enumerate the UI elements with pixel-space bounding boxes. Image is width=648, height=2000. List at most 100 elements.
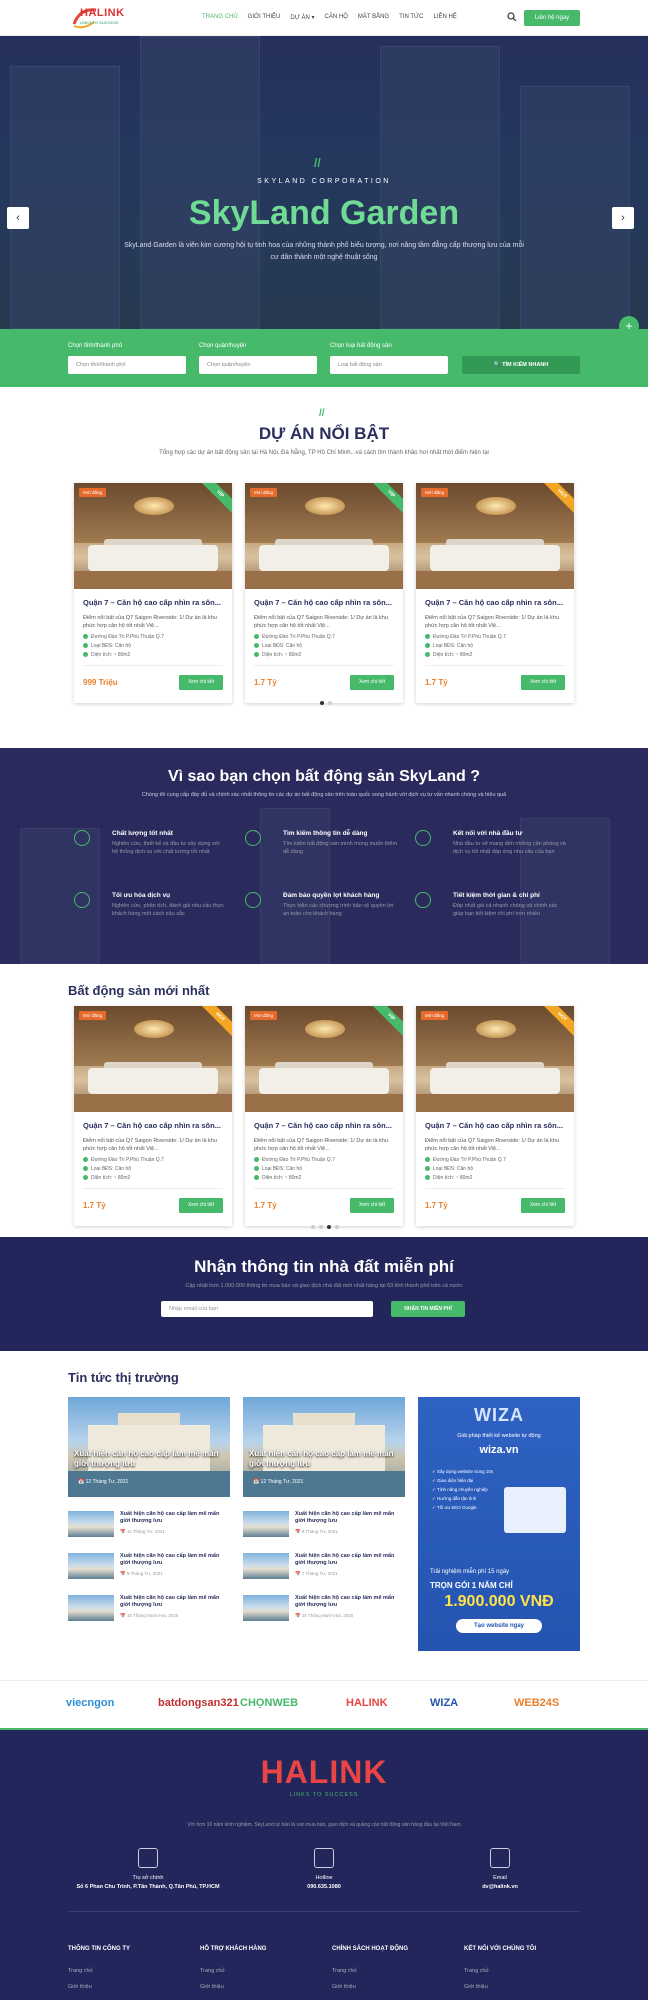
partners-bar: viecngon batdongsan321 CHỌNWEB HALINK WI…	[0, 1680, 648, 1730]
news-thumbnail[interactable]	[68, 1511, 114, 1537]
ad-create-website-button[interactable]: Tạo website ngay	[456, 1619, 542, 1633]
hero-next-button[interactable]: ›	[612, 207, 634, 229]
news-thumbnail[interactable]	[68, 1595, 114, 1621]
pager-dot[interactable]	[327, 1225, 331, 1229]
search-icon[interactable]	[507, 12, 517, 22]
property-image[interactable]: Mới đăng HOT	[416, 1006, 574, 1112]
property-title[interactable]: Quận 7 – Căn hộ cao cấp nhìn ra sôn...	[83, 1121, 228, 1130]
property-card[interactable]: Mới đăng HOT Quận 7 – Căn hộ cao cấp nhìn …	[416, 1006, 574, 1226]
email-label: Email	[493, 1875, 507, 1881]
news-list-item[interactable]: Xuất hiện căn hộ cao cấp làm mê mẩn giới…	[68, 1511, 230, 1537]
footer-link[interactable]: Giới thiệu	[68, 1984, 92, 1990]
news-list-item[interactable]: Xuất hiện căn hộ cao cấp làm mê mẩn giới…	[68, 1553, 230, 1579]
property-card[interactable]: Mới đăng VIP Quận 7 – Căn hộ cao cấp nhìn …	[74, 483, 232, 703]
float-action-button[interactable]: +	[619, 316, 639, 329]
news-list-item[interactable]: Xuất hiện căn hộ cao cấp làm mê mẩn giới…	[243, 1553, 405, 1579]
city-select[interactable]: Chọn tỉnh/thành phố	[68, 356, 186, 374]
news-title[interactable]: Xuất hiện căn hộ cao cấp làm mê mẩn giới…	[120, 1553, 230, 1567]
news-thumbnail[interactable]	[68, 1553, 114, 1579]
pager-dot[interactable]	[319, 1225, 323, 1229]
featured-news-item[interactable]: Xuất hiện căn hộ cao cấp làm mê mẩn giới…	[68, 1397, 230, 1497]
property-card[interactable]: Mới đăng VIP Quận 7 – Căn hộ cao cấp nhìn …	[245, 483, 403, 703]
wiza-ad-banner[interactable]: WIZA Giải pháp thiết kế website tự động …	[418, 1397, 580, 1651]
news-caption[interactable]: Xuất hiện căn hộ cao cấp làm mê mẩn giới…	[74, 1449, 224, 1469]
location-dot-icon	[83, 1157, 88, 1163]
news-list-item[interactable]: Xuất hiện căn hộ cao cấp làm mê mẩn giới…	[68, 1595, 230, 1621]
pager-dot[interactable]	[311, 1225, 315, 1229]
newsletter-email-input[interactable]: Nhập email của bạn	[161, 1301, 373, 1317]
property-image[interactable]: Mới đăng VIP	[74, 483, 232, 589]
type-select[interactable]: Loại bất động sản	[330, 356, 448, 374]
home-dot-icon	[425, 1166, 430, 1172]
partner-chonweb[interactable]: CHỌNWEB	[240, 1697, 298, 1709]
partner-web24s[interactable]: WEB24S	[514, 1697, 559, 1709]
news-thumbnail[interactable]	[243, 1553, 289, 1579]
featured-news-item[interactable]: Xuất hiện căn hộ cao cấp làm mê mẩn giới…	[243, 1397, 405, 1497]
news-list-item[interactable]: Xuất hiện căn hộ cao cấp làm mê mẩn giới…	[243, 1595, 405, 1621]
partner-halink[interactable]: HALINK	[346, 1697, 388, 1709]
partner-wiza[interactable]: WIZA	[430, 1697, 458, 1709]
footer-link[interactable]: Trang chủ	[332, 1968, 357, 1974]
newsletter-submit-button[interactable]: NHẬN TIN MIỄN PHÍ	[391, 1301, 465, 1317]
property-title[interactable]: Quận 7 – Căn hộ cao cấp nhìn ra sôn...	[254, 598, 399, 607]
property-card[interactable]: Mới đăng VIP Quận 7 – Căn hộ cao cấp nhìn …	[245, 1006, 403, 1226]
view-detail-button[interactable]: Xem chi tiết	[350, 1198, 394, 1213]
nav-projects[interactable]: DỰ ÁN ▾	[290, 14, 314, 21]
news-caption[interactable]: Xuất hiện căn hộ cao cấp làm mê mẩn giới…	[249, 1449, 399, 1469]
district-select[interactable]: Chọn quận/huyện	[199, 356, 317, 374]
hero-prev-button[interactable]: ‹	[7, 207, 29, 229]
nav-apartments[interactable]: CĂN HỘ	[325, 14, 348, 21]
property-image[interactable]: Mới đăng HOT	[74, 1006, 232, 1112]
news-list-item[interactable]: Xuất hiện căn hộ cao cấp làm mê mẩn giới…	[243, 1511, 405, 1537]
view-detail-button[interactable]: Xem chi tiết	[179, 675, 223, 690]
footer-email: Email dv@halink.vn	[410, 1848, 590, 1891]
card-divider	[83, 665, 223, 666]
property-title[interactable]: Quận 7 – Căn hộ cao cấp nhìn ra sôn...	[425, 598, 570, 607]
property-card[interactable]: Mới đăng HOT Quận 7 – Căn hộ cao cấp nhìn …	[416, 483, 574, 703]
partner-batdongsan321[interactable]: batdongsan321	[158, 1697, 239, 1709]
news-title[interactable]: Xuất hiện căn hộ cao cấp làm mê mẩn giới…	[295, 1553, 405, 1567]
pager-dot[interactable]	[320, 701, 324, 705]
view-detail-button[interactable]: Xem chi tiết	[350, 675, 394, 690]
footer-link[interactable]: Trang chủ	[200, 1968, 225, 1974]
view-detail-button[interactable]: Xem chi tiết	[521, 1198, 565, 1213]
room-floor	[245, 1094, 403, 1112]
news-title[interactable]: Xuất hiện căn hộ cao cấp làm mê mẩn giới…	[120, 1511, 230, 1525]
footer-link[interactable]: Giới thiệu	[464, 1984, 488, 1990]
news-title[interactable]: Xuất hiện căn hộ cao cấp làm mê mẩn giới…	[295, 1595, 405, 1609]
feature-desc: Nhà đầu tư sẽ mang đến những căn phòng v…	[453, 841, 566, 855]
footer-logo[interactable]: HALINK	[0, 1754, 648, 1791]
nav-contact[interactable]: LIÊN HỆ	[433, 14, 456, 21]
news-thumbnail[interactable]	[243, 1595, 289, 1621]
footer-link[interactable]: Giới thiệu	[200, 1984, 224, 1990]
nav-premises[interactable]: MẶT BẰNG	[358, 14, 389, 21]
property-image[interactable]: Mới đăng VIP	[245, 483, 403, 589]
property-title[interactable]: Quận 7 – Căn hộ cao cấp nhìn ra sôn...	[425, 1121, 570, 1130]
news-title[interactable]: Xuất hiện căn hộ cao cấp làm mê mẩn giới…	[120, 1595, 230, 1609]
partner-viecngon[interactable]: viecngon	[66, 1697, 114, 1709]
view-detail-button[interactable]: Xem chi tiết	[179, 1198, 223, 1213]
nav-home[interactable]: TRANG CHỦ	[202, 14, 238, 21]
pager-dot[interactable]	[335, 1225, 339, 1229]
footer-link[interactable]: Trang chủ	[68, 1968, 93, 1974]
footer-link[interactable]: Giới thiệu	[332, 1984, 356, 1990]
nav-about[interactable]: GIỚI THIỆU	[248, 14, 281, 21]
contact-now-button[interactable]: Liên hệ ngay	[524, 10, 580, 26]
quick-search-label: TÌM KIẾM NHANH	[502, 362, 549, 368]
view-detail-button[interactable]: Xem chi tiết	[521, 675, 565, 690]
quick-search-button[interactable]: 🔍 TÌM KIẾM NHANH	[462, 356, 580, 374]
news-thumbnail[interactable]	[243, 1511, 289, 1537]
pager-dot[interactable]	[328, 701, 332, 705]
property-image[interactable]: Mới đăng HOT	[416, 483, 574, 589]
property-card[interactable]: Mới đăng HOT Quận 7 – Căn hộ cao cấp nhìn …	[74, 1006, 232, 1226]
news-title[interactable]: Xuất hiện căn hộ cao cấp làm mê mẩn giới…	[295, 1511, 405, 1525]
hotline-value[interactable]: 090.635.1080	[234, 1883, 414, 1891]
nav-news[interactable]: TIN TỨC	[399, 14, 423, 21]
footer-column-heading: CHÍNH SÁCH HOẠT ĐỘNG	[332, 1946, 408, 1952]
footer-link[interactable]: Trang chủ	[464, 1968, 489, 1974]
property-title[interactable]: Quận 7 – Căn hộ cao cấp nhìn ra sôn...	[254, 1121, 399, 1130]
property-title[interactable]: Quận 7 – Căn hộ cao cấp nhìn ra sôn...	[83, 598, 228, 607]
district-label: Chọn quận/huyện	[199, 343, 247, 349]
property-image[interactable]: Mới đăng VIP	[245, 1006, 403, 1112]
email-value[interactable]: dv@halink.vn	[410, 1883, 590, 1891]
